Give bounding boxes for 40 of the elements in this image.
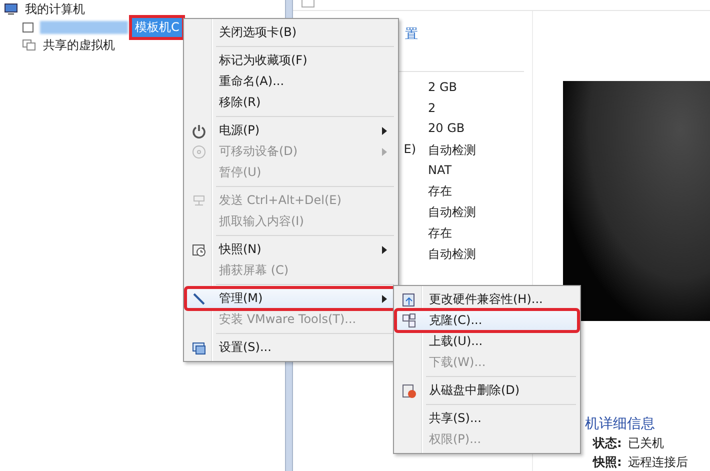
device-value: NAT: [428, 162, 453, 179]
device-value: 2: [428, 100, 437, 117]
disc-icon: [191, 144, 207, 160]
menu-item[interactable]: 更改硬件兼容性(H)...: [396, 289, 578, 310]
vm-icon: [22, 21, 36, 33]
menu-item[interactable]: 电源(P): [186, 120, 396, 141]
device-value: 自动检测: [428, 204, 477, 221]
menu-item[interactable]: 标记为收藏项(F): [186, 50, 396, 71]
info-value: 已关机: [628, 435, 664, 452]
computer-icon: [4, 3, 18, 15]
tree-item[interactable]: 共享的虚拟机: [40, 36, 118, 54]
menu-item[interactable]: 克隆(C)...: [396, 310, 578, 331]
tree-item[interactable]: 我的计算机: [22, 0, 88, 18]
menu-item[interactable]: 设置(S)...: [186, 337, 396, 358]
snapshot-clock-icon: [191, 242, 207, 258]
clone-icon: [401, 313, 417, 329]
settings-link[interactable]: 置: [405, 25, 418, 43]
device-value: 存在: [428, 183, 453, 200]
shared-vm-icon: [22, 39, 36, 51]
power-icon: [191, 123, 207, 139]
menu-item[interactable]: 上载(U)...: [396, 331, 578, 352]
device-value: 2 GB: [428, 80, 458, 96]
device-value: 20 GB: [428, 121, 466, 138]
menu-item[interactable]: 管理(M): [186, 288, 396, 309]
menu-item[interactable]: 共享(S)...: [396, 408, 578, 429]
device-value: 存在: [428, 224, 453, 242]
device-value: 自动检测: [428, 142, 477, 159]
menu-item[interactable]: 快照(N): [186, 239, 396, 260]
settings-icon: [191, 340, 207, 356]
device-value: 自动检测: [428, 246, 477, 262]
info-label: 状态:: [593, 435, 622, 452]
info-value: 远程连接后: [628, 454, 688, 471]
section-title: 机详细信息: [585, 415, 655, 433]
menu-item[interactable]: 移除(R): [186, 92, 396, 113]
menu-item[interactable]: 关闭选项卡(B): [186, 22, 396, 43]
info-label: 快照:: [593, 454, 622, 471]
menu-item[interactable]: 重命名(A)...: [186, 71, 396, 92]
hardware-upgrade-icon: [401, 292, 417, 308]
menu-item[interactable]: 从磁盘中删除(D): [396, 380, 578, 401]
delete-disk-icon: [401, 383, 417, 399]
